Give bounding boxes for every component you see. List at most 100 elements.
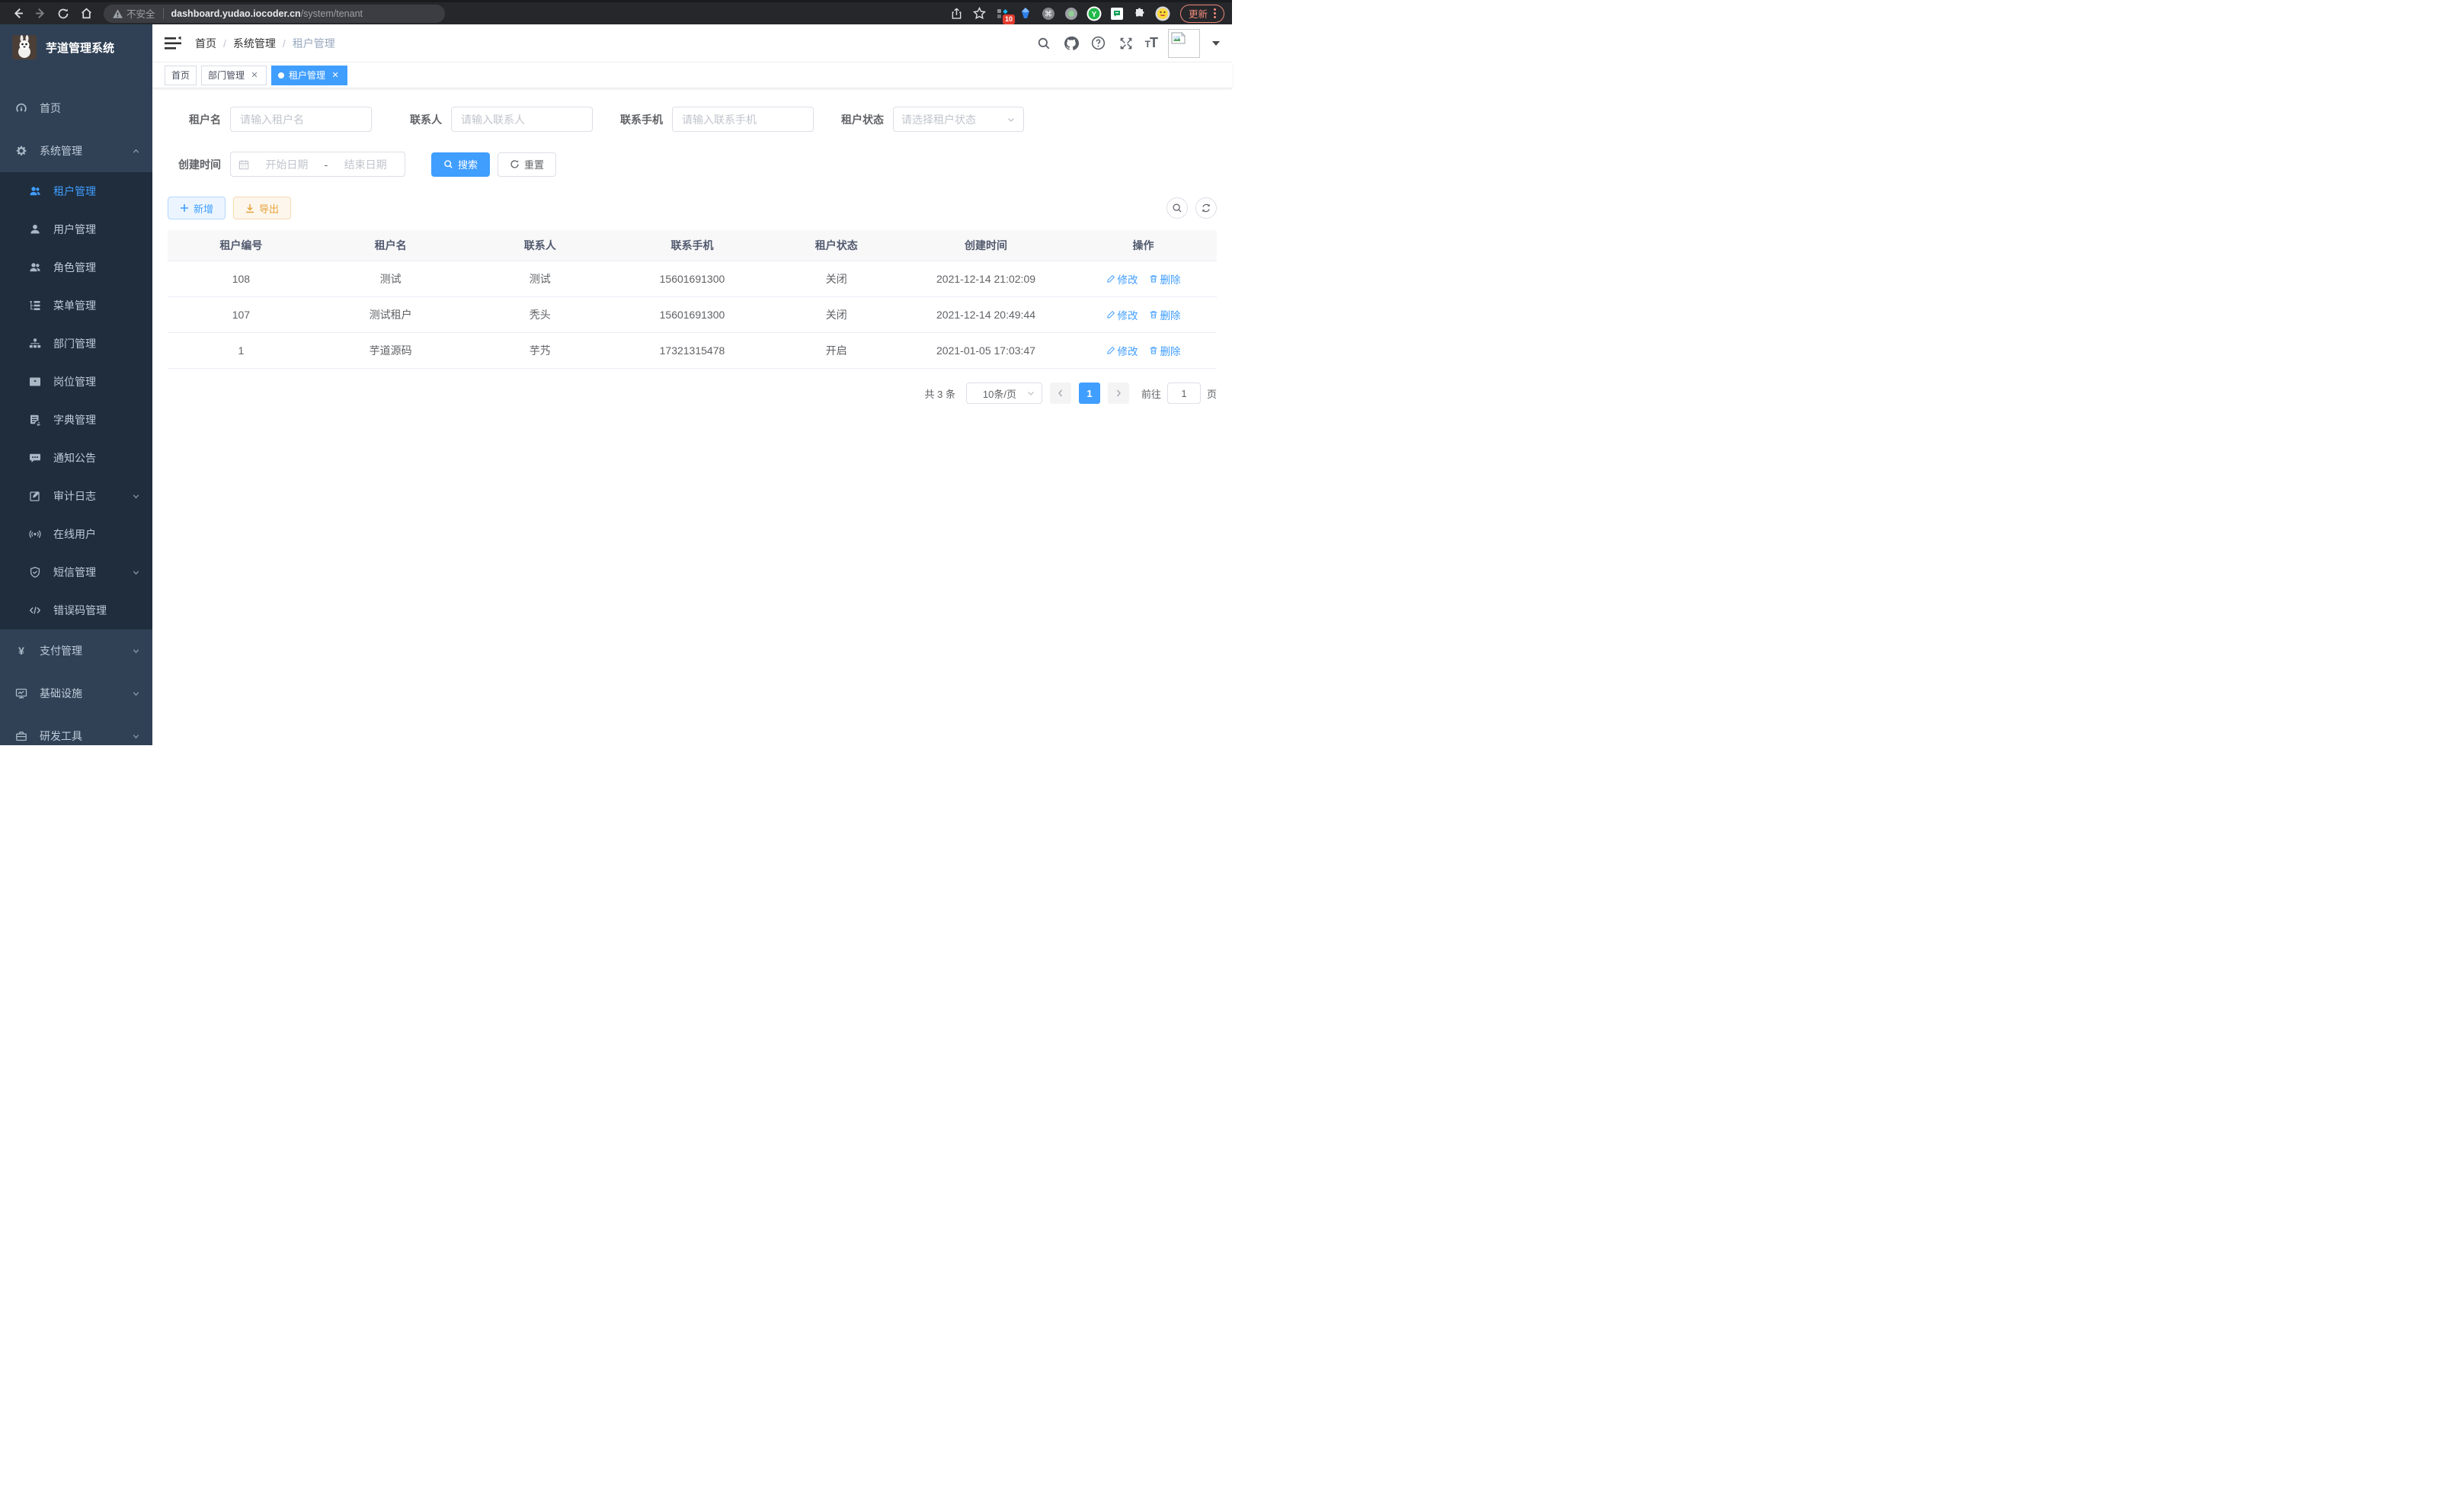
chevron-right-icon <box>1114 389 1123 398</box>
search-icon <box>1172 203 1182 213</box>
security-warning[interactable]: 不安全 <box>113 6 155 21</box>
edit-link[interactable]: 修改 <box>1106 343 1138 358</box>
refresh-table-button[interactable] <box>1195 197 1217 219</box>
sidebar-item-audit-log[interactable]: 审计日志 <box>0 477 152 515</box>
sidebar: 芋道管理系统 首页 系统管理 <box>0 24 152 745</box>
share-icon[interactable] <box>947 5 967 23</box>
sidebar-item-post[interactable]: 岗位管理 <box>0 363 152 401</box>
command-extension-icon[interactable]: ⌘ <box>1038 4 1058 24</box>
refresh-icon <box>510 159 520 169</box>
next-page-button[interactable] <box>1108 383 1129 404</box>
sidebar-toggle-icon[interactable] <box>165 37 181 50</box>
sidebar-item-system[interactable]: 系统管理 <box>0 130 152 172</box>
chevron-left-icon <box>1056 389 1065 398</box>
columns-extension-icon[interactable]: 10 <box>993 4 1013 24</box>
edit-link[interactable]: 修改 <box>1106 271 1138 287</box>
tab-home[interactable]: 首页 <box>165 66 197 85</box>
sidebar-item-error-code[interactable]: 错误码管理 <box>0 591 152 629</box>
chevron-down-icon <box>132 492 140 501</box>
dashboard-icon <box>15 102 27 114</box>
org-chart-icon <box>29 338 41 350</box>
chevron-down-icon <box>132 690 140 698</box>
sidebar-item-notice[interactable]: 通知公告 <box>0 439 152 477</box>
menu-dots-icon[interactable] <box>1214 8 1216 18</box>
broken-image-icon <box>1171 32 1186 44</box>
sidebar-item-home[interactable]: 首页 <box>0 87 152 130</box>
sidebar-item-pay[interactable]: ¥ 支付管理 <box>0 629 152 672</box>
broadcast-icon <box>29 528 41 540</box>
tab-tenant[interactable]: 租户管理 ✕ <box>271 66 347 85</box>
sidebar-item-dict[interactable]: 字典管理 <box>0 401 152 439</box>
reset-button[interactable]: 重置 <box>498 152 556 177</box>
table-row: 1 芋道源码 芋艿 17321315478 开启 2021-01-05 17:0… <box>168 332 1217 368</box>
breadcrumb-home[interactable]: 首页 <box>195 36 216 51</box>
refresh-icon <box>1201 203 1211 213</box>
home-icon[interactable] <box>76 5 96 23</box>
delete-link[interactable]: 删除 <box>1149 343 1181 358</box>
user-icon <box>29 223 41 235</box>
sidebar-item-tenant[interactable]: 租户管理 <box>0 172 152 210</box>
dot-extension-icon[interactable] <box>1061 4 1081 24</box>
date-range-picker[interactable]: 开始日期 - 结束日期 <box>230 152 405 177</box>
avatar-dropdown-caret[interactable] <box>1212 41 1220 46</box>
blue-pin-extension-icon[interactable] <box>1016 4 1035 24</box>
user-avatar[interactable] <box>1168 29 1200 58</box>
chat-extension-icon[interactable] <box>1107 4 1127 24</box>
sidebar-item-infra[interactable]: 基础设施 <box>0 672 152 715</box>
address-bar[interactable]: 不安全 dashboard.yudao.iocoder.cn/system/te… <box>104 5 445 23</box>
chevron-down-icon <box>132 732 140 741</box>
page-size-select[interactable]: 10条/页 <box>966 383 1042 404</box>
mobile-input[interactable] <box>672 107 814 132</box>
reload-icon[interactable] <box>53 5 73 23</box>
search-icon[interactable] <box>1035 35 1052 52</box>
sidebar-item-role[interactable]: 角色管理 <box>0 248 152 287</box>
emoji-profile-avatar[interactable] <box>1153 4 1173 24</box>
fullscreen-icon[interactable] <box>1118 35 1134 52</box>
add-button[interactable]: 新增 <box>168 197 226 219</box>
tab-dept[interactable]: 部门管理 ✕ <box>201 66 267 85</box>
sidebar-item-online-user[interactable]: 在线用户 <box>0 515 152 553</box>
app-logo[interactable]: 芋道管理系统 <box>0 24 152 70</box>
status-select[interactable]: 请选择租户状态 <box>893 107 1024 132</box>
sidebar-menu: 首页 系统管理 租户管理 <box>0 70 152 745</box>
trash-icon <box>1149 310 1158 319</box>
sidebar-item-user[interactable]: 用户管理 <box>0 210 152 248</box>
calendar-icon <box>238 159 249 170</box>
contact-input[interactable] <box>451 107 593 132</box>
search-button[interactable]: 搜索 <box>431 152 490 177</box>
forward-icon[interactable] <box>30 5 50 23</box>
puzzle-extensions-icon[interactable] <box>1130 4 1150 24</box>
url-divider <box>163 8 164 19</box>
delete-link[interactable]: 删除 <box>1149 307 1181 322</box>
browser-toolbar: 不安全 dashboard.yudao.iocoder.cn/system/te… <box>0 0 1232 24</box>
page-number-1[interactable]: 1 <box>1079 383 1100 404</box>
export-button[interactable]: 导出 <box>233 197 291 219</box>
edit-icon <box>1106 346 1115 355</box>
chevron-down-icon <box>132 568 140 577</box>
back-icon[interactable] <box>8 5 27 23</box>
close-icon[interactable]: ✕ <box>330 70 341 81</box>
breadcrumb-system[interactable]: 系统管理 <box>233 36 276 51</box>
tenant-name-input[interactable] <box>230 107 372 132</box>
sidebar-item-menu[interactable]: 菜单管理 <box>0 287 152 325</box>
close-icon[interactable]: ✕ <box>249 70 260 81</box>
goto-page-input[interactable] <box>1167 383 1201 404</box>
sidebar-item-dept[interactable]: 部门管理 <box>0 325 152 363</box>
message-icon <box>29 452 41 464</box>
edit-link[interactable]: 修改 <box>1106 307 1138 322</box>
delete-link[interactable]: 删除 <box>1149 271 1181 287</box>
sidebar-item-dev-tools[interactable]: 研发工具 <box>0 715 152 745</box>
pagination: 共 3 条 10条/页 1 前往 页 <box>168 383 1217 404</box>
show-search-button[interactable] <box>1166 197 1188 219</box>
sidebar-item-sms[interactable]: 短信管理 <box>0 553 152 591</box>
green-y-extension-icon[interactable]: Y <box>1084 4 1104 24</box>
github-icon[interactable] <box>1063 35 1080 52</box>
update-button[interactable]: 更新 <box>1180 5 1224 23</box>
help-icon[interactable] <box>1090 35 1107 52</box>
breadcrumb: 首页 / 系统管理 / 租户管理 <box>195 36 335 51</box>
font-size-icon[interactable]: TT <box>1145 35 1157 51</box>
chevron-down-icon <box>1006 115 1016 124</box>
bookmark-star-icon[interactable] <box>970 5 990 23</box>
prev-page-button[interactable] <box>1050 383 1071 404</box>
edit-icon <box>1106 310 1115 319</box>
